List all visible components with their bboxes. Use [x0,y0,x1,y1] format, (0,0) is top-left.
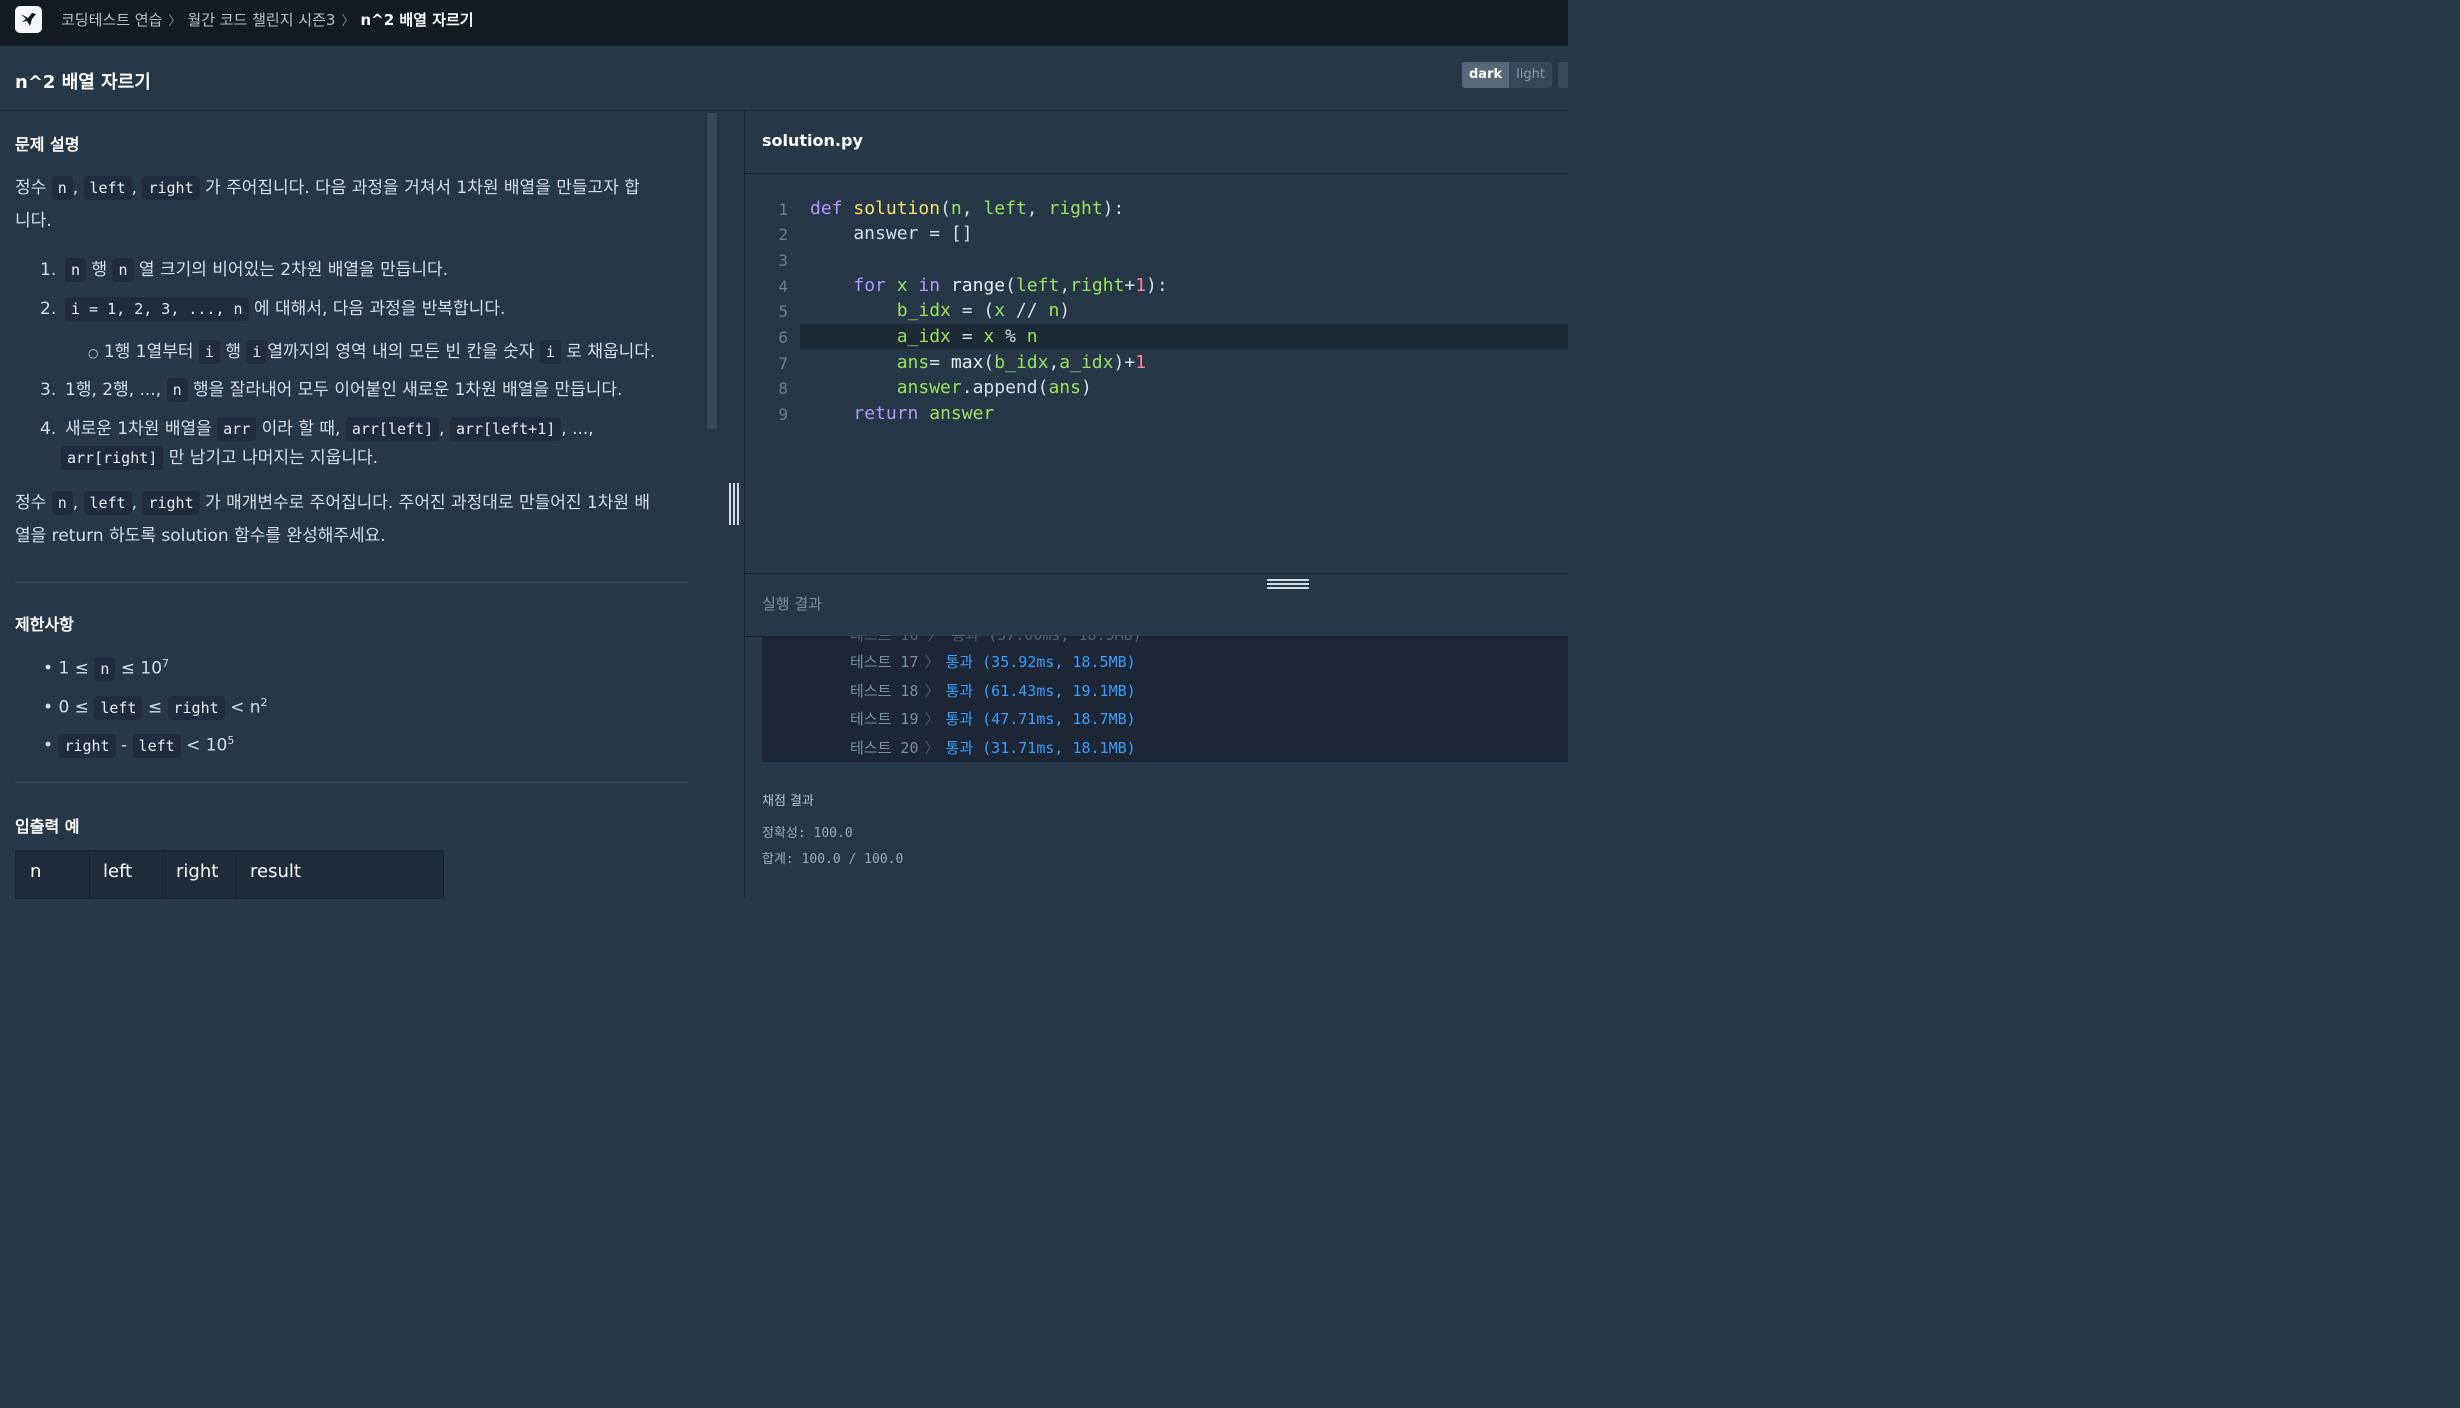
list-item-step-4-line-2: arr[right] 만 남기고 나머지는 지웁니다. [61,442,378,475]
breadcrumb-item-challenge[interactable]: 월간 코드 챌린지 시즌3 [187,11,335,29]
constraint-item-1: • 1 ≤ n ≤ 107 [43,656,170,681]
test-result-row: 테스트 18 〉 통과 (61.43ms, 19.1MB) [850,682,1136,700]
test-result-row: 테스트 20 〉 통과 (31.71ms, 18.1MB) [850,739,1136,757]
code-line[interactable]: return answer [810,403,994,424]
theme-dark-button[interactable]: dark [1462,62,1510,88]
grading-title: 채점 결과 [762,794,814,809]
chevron-right-icon: 〉 [924,682,940,700]
inline-code: right [142,176,200,200]
line-number: 7 [778,354,788,373]
programmers-logo-icon[interactable] [15,6,42,33]
code-line[interactable]: answer = [] [810,223,972,244]
section-divider [15,582,689,583]
line-number: 3 [778,251,788,270]
line-number: 9 [778,405,788,424]
table-header-left: left [103,861,133,882]
page-title: n^2 배열 자르기 [15,72,151,93]
list-item-step-2-sub: ○ 1행 1열부터 i 행 i 열까지의 영역 내의 모든 빈 칸을 숫자 i 로… [88,340,656,364]
code-line[interactable]: answer.append(ans) [810,377,1092,398]
grading-accuracy: 정확성: 100.0 [762,826,853,841]
section-divider [15,782,689,783]
grading-total: 합계: 100.0 / 100.0 [762,852,904,867]
chevron-right-icon: 〉 [924,710,940,728]
code-line[interactable]: for x in range(left,right+1): [810,275,1167,296]
code-line[interactable]: def solution(n, left, right): [810,198,1124,219]
section-title-io: 입출력 예 [15,817,80,836]
editor-tab-bar [745,111,1568,174]
settings-button[interactable] [1558,62,1568,88]
outro-line-2: 열을 return 하도록 solution 함수를 완성해주세요. [15,526,386,546]
line-number: 5 [778,302,788,321]
title-bar [0,46,1568,111]
test-result-row: 테스트 19 〉 통과 (47.71ms, 18.7MB) [850,710,1136,728]
io-example-table: n left right result [15,850,444,899]
table-header-right: right [176,861,219,882]
test-result-row: 테스트 17 〉 통과 (35.92ms, 18.5MB) [850,653,1136,671]
chevron-right-icon: 〉 [924,739,940,757]
resize-handle-horizontal-icon[interactable] [1267,578,1309,589]
code-line[interactable]: ans= max(b_idx,a_idx)+1 [810,352,1146,373]
list-item-step-3: 3. 1행, 2행, ..., n 행을 잘라내어 모두 이어붙인 새로운 1차원… [40,378,623,402]
intro-line-1: 정수 n, left, right 가 주어집니다. 다음 과정을 거쳐서 1차… [15,176,640,200]
intro-line-2: 니다. [15,211,52,231]
section-title-constraints: 제한사항 [15,615,74,634]
section-title-description: 문제 설명 [15,135,80,154]
chevron-right-icon: 〉 [341,14,355,29]
inline-code: left [83,176,132,200]
constraint-item-3: • right - left < 105 [43,733,235,758]
breadcrumb-item-coding-test[interactable]: 코딩테스트 연습 [61,11,162,29]
theme-light-button[interactable]: light [1509,62,1552,88]
circle-bullet-icon: ○ [88,346,99,360]
code-line[interactable]: b_idx = (x // n) [810,300,1070,321]
breadcrumb: 코딩테스트 연습 〉 월간 코드 챌린지 시즌3 〉 n^2 배열 자르기 [61,9,474,30]
description-scrollbar[interactable] [707,113,717,429]
line-number: 2 [778,225,788,244]
chevron-right-icon: 〉 [168,14,182,29]
inline-code: n [51,176,73,200]
line-number: 8 [778,379,788,398]
result-header [745,573,1568,637]
line-number: 4 [778,277,788,296]
chevron-right-icon: 〉 [924,653,940,671]
line-number: 6 [778,328,788,347]
editor-filename: solution.py [762,131,863,150]
breadcrumb-item-current: n^2 배열 자르기 [360,11,474,29]
line-number: 1 [778,200,788,219]
list-item-step-1: 1. n 행 n 열 크기의 비어있는 2차원 배열을 만듭니다. [40,258,449,282]
resize-handle-vertical-icon[interactable] [728,483,739,525]
code-line[interactable] [810,249,821,270]
constraint-item-2: • 0 ≤ left ≤ right < n2 [43,695,268,720]
code-line[interactable]: a_idx = x % n [810,326,1038,347]
run-result-title: 실행 결과 [762,595,822,613]
outro-line-1: 정수 n, left, right 가 매개변수로 주어집니다. 주어진 과정대… [15,491,651,515]
table-header-n: n [30,861,42,882]
list-item-step-2: 2. i = 1, 2, 3, ..., n 에 대해서, 다음 과정을 반복합니… [40,297,506,321]
theme-toggle[interactable]: dark light [1462,62,1552,88]
table-header-result: result [250,861,301,882]
